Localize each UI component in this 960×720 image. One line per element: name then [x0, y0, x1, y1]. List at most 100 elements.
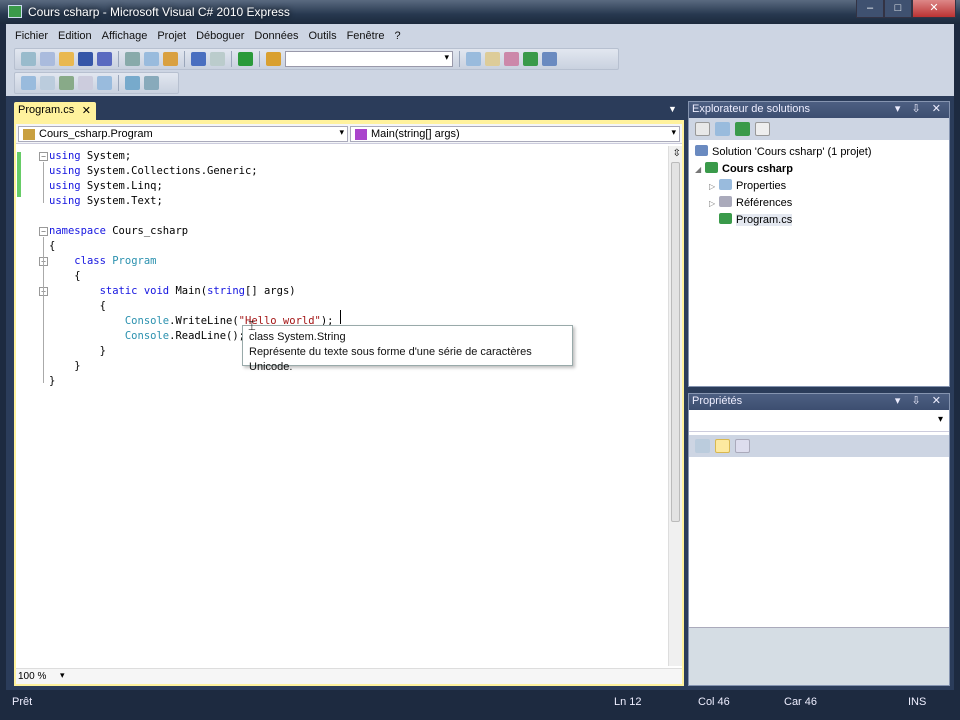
horizontal-scrollbar[interactable]: 100 % ▾	[16, 668, 682, 684]
code-line: }	[49, 374, 55, 389]
indent-icon[interactable]	[97, 76, 112, 90]
menu-item-0[interactable]: Fichier	[10, 28, 53, 46]
complete-word-icon[interactable]	[78, 76, 93, 90]
menu-item-6[interactable]: Outils	[303, 28, 341, 46]
quick-info-icon[interactable]	[59, 76, 74, 90]
collapse-icon[interactable]: −	[39, 152, 48, 161]
code-area[interactable]: using System; using System.Collections.Ge…	[16, 146, 668, 666]
member-dropdown[interactable]: Main(string[] args)	[350, 126, 680, 142]
menu-item-3[interactable]: Projet	[152, 28, 191, 46]
solution-toolbar	[689, 118, 949, 140]
show-all-files-icon[interactable]	[715, 122, 730, 136]
code-token: namespace	[49, 225, 106, 237]
menu-item-5[interactable]: Données	[249, 28, 303, 46]
tree-item-label: Program.cs	[736, 214, 793, 226]
status-bar: Prêt Ln 12 Col 46 Car 46 INS	[6, 690, 954, 714]
method-icon	[355, 129, 367, 140]
refresh-icon[interactable]	[735, 122, 750, 136]
menu-item-4[interactable]: Déboguer	[191, 28, 249, 46]
close-button[interactable]: ✕	[912, 0, 956, 18]
toolbox-icon[interactable]	[504, 52, 519, 66]
split-icon[interactable]: ⇳	[673, 148, 681, 159]
tree-item[interactable]: ▷ Properties	[695, 178, 943, 195]
view-code-icon[interactable]	[755, 122, 770, 136]
code-token: System;	[80, 150, 132, 162]
member-dropdown-value: Main(string[] args)	[371, 128, 460, 140]
property-pages-icon[interactable]	[735, 439, 750, 453]
references-icon	[719, 196, 732, 207]
code-line: Console.ReadLine();	[49, 329, 245, 344]
menu-item-7[interactable]: Fenêtre	[342, 28, 390, 46]
comment-icon[interactable]	[125, 76, 140, 90]
collapse-icon[interactable]: −	[39, 227, 48, 236]
solution-icon	[695, 145, 708, 156]
code-line: using System.Linq;	[49, 179, 163, 194]
member-list-icon[interactable]	[21, 76, 36, 90]
type-dropdown-value: Cours_csharp.Program	[39, 128, 153, 140]
redo-icon[interactable]	[210, 52, 225, 66]
add-item-icon[interactable]	[40, 52, 55, 66]
categorized-icon[interactable]	[695, 439, 710, 453]
properties-folder-icon	[719, 179, 732, 190]
code-line: static void Main(string[] args)	[49, 284, 296, 299]
zoom-dropdown-icon[interactable]: ▾	[60, 670, 65, 681]
separator	[118, 75, 119, 91]
tab-dropdown-icon[interactable]: ▼	[668, 104, 677, 114]
panel-controls[interactable]: ▾ ⇩ ✕	[895, 394, 945, 407]
find-combo[interactable]	[285, 51, 453, 67]
code-line: namespace Cours_csharp	[49, 224, 188, 239]
close-tab-icon[interactable]: ✕	[82, 104, 91, 117]
start-page-icon[interactable]	[523, 52, 538, 66]
tab-program-cs[interactable]: Program.cs ✕	[14, 102, 96, 120]
paste-icon[interactable]	[163, 52, 178, 66]
new-project-icon[interactable]	[21, 52, 36, 66]
expander-icon[interactable]: ◢	[695, 161, 705, 178]
separator	[231, 51, 232, 67]
find-in-files-icon[interactable]	[266, 52, 281, 66]
copy-icon[interactable]	[144, 52, 159, 66]
properties-icon[interactable]	[695, 122, 710, 136]
menu-item-8[interactable]: ?	[390, 28, 406, 46]
save-icon[interactable]	[78, 52, 93, 66]
menu-item-2[interactable]: Affichage	[97, 28, 153, 46]
open-icon[interactable]	[59, 52, 74, 66]
menu-item-1[interactable]: Edition	[53, 28, 97, 46]
vertical-scrollbar[interactable]: ⇳	[668, 146, 682, 666]
tree-item[interactable]: Program.cs	[695, 212, 943, 229]
zoom-level[interactable]: 100 %	[18, 671, 46, 682]
expander-icon[interactable]: ▷	[709, 195, 719, 212]
object-dropdown[interactable]	[689, 410, 949, 432]
tree-item[interactable]: ▷ Références	[695, 195, 943, 212]
title-bar: Cours csharp - Microsoft Visual C# 2010 …	[0, 0, 960, 24]
extension-manager-icon[interactable]	[542, 52, 557, 66]
separator	[118, 51, 119, 67]
code-line: }	[49, 359, 80, 374]
start-debug-icon[interactable]	[238, 52, 253, 66]
mouse-cursor-icon: ⌶	[248, 318, 256, 333]
window-title: Cours csharp - Microsoft Visual C# 2010 …	[28, 5, 290, 19]
scroll-thumb[interactable]	[671, 162, 680, 522]
undo-icon[interactable]	[191, 52, 206, 66]
code-editor[interactable]: Cours_csharp.Program Main(string[] args)…	[14, 120, 684, 686]
parameter-info-icon[interactable]	[40, 76, 55, 90]
expander-icon[interactable]: ▷	[709, 178, 719, 195]
minimize-button[interactable]: –	[856, 0, 884, 18]
tree-item[interactable]: Solution 'Cours csharp' (1 projet)	[695, 144, 943, 161]
uncomment-icon[interactable]	[144, 76, 159, 90]
code-line: }	[49, 344, 106, 359]
save-all-icon[interactable]	[97, 52, 112, 66]
alphabetical-icon[interactable]	[715, 439, 730, 453]
code-line: {	[49, 239, 55, 254]
solution-explorer-icon[interactable]	[466, 52, 481, 66]
code-token: {	[49, 300, 106, 312]
type-dropdown[interactable]: Cours_csharp.Program	[18, 126, 348, 142]
cut-icon[interactable]	[125, 52, 140, 66]
status-text: Prêt	[12, 696, 33, 708]
tree-item[interactable]: ◢ Cours csharp	[695, 161, 943, 178]
code-token: {	[49, 270, 81, 282]
panel-controls[interactable]: ▾ ⇩ ✕	[895, 102, 945, 115]
maximize-button[interactable]: □	[884, 0, 912, 18]
properties-window-icon[interactable]	[485, 52, 500, 66]
code-token: [] args)	[245, 285, 296, 297]
tooltip-title: class System.String	[249, 331, 346, 343]
